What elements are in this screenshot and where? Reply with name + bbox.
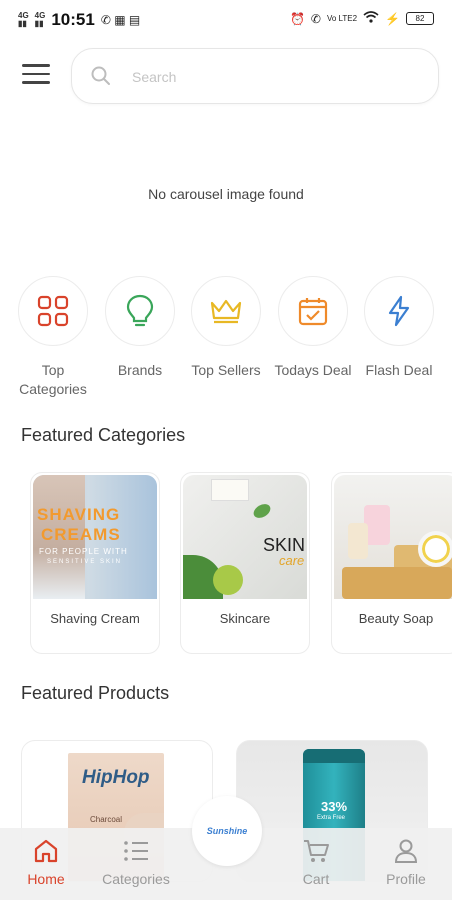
status-time: 10:51 — [51, 10, 95, 29]
crown-icon — [191, 276, 261, 346]
brand-logo: Sunshine — [206, 826, 248, 836]
wifi-icon — [363, 11, 379, 26]
quick-link-label: Top Sellers — [191, 362, 261, 378]
quick-link-todays-deal[interactable]: Todays Deal — [270, 276, 356, 380]
quick-link-top-categories[interactable]: Top Categories — [10, 276, 96, 399]
category-card-beauty-soap[interactable]: Beauty Soap — [331, 472, 452, 654]
grid-icon — [18, 276, 88, 346]
cart-icon — [304, 840, 329, 862]
search-input[interactable] — [130, 65, 414, 89]
nav-profile[interactable]: Profile — [366, 838, 446, 887]
alarm-icon: ⏰ — [289, 11, 305, 26]
volte-indicator: Vo LTE2 — [326, 13, 358, 23]
category-image: SHAVING CREAMS FOR PEOPLE WITH SENSITIVE… — [33, 475, 157, 599]
lightbulb-icon — [105, 276, 175, 346]
featured-products-title: Featured Products — [21, 683, 170, 703]
quick-link-label: Top Categories — [19, 362, 87, 397]
person-icon — [394, 839, 418, 863]
list-icon — [124, 841, 148, 861]
search-icon — [91, 66, 110, 85]
nav-label: Cart — [302, 871, 330, 887]
category-image: SKIN care — [183, 475, 307, 599]
calendar-check-icon — [278, 276, 348, 346]
quick-link-label: Brands — [117, 362, 163, 378]
quick-link-brands[interactable]: Brands — [97, 276, 183, 380]
nav-cart[interactable]: Cart — [276, 838, 356, 887]
nav-home[interactable]: Home — [6, 838, 86, 887]
category-label: Shaving Cream — [50, 611, 140, 626]
quick-link-label: Todays Deal — [274, 362, 352, 378]
quick-link-label: Flash Deal — [365, 362, 433, 378]
search-bar[interactable] — [71, 48, 439, 104]
quick-link-flash-deal[interactable]: Flash Deal — [356, 276, 442, 380]
nav-label: Profile — [386, 871, 426, 887]
lightning-icon — [364, 276, 434, 346]
center-logo-button[interactable]: Sunshine — [192, 796, 262, 866]
home-icon — [34, 839, 58, 863]
nav-label: Categories — [102, 871, 170, 887]
category-label: Skincare — [219, 611, 271, 626]
call-icon: ✆ — [310, 11, 321, 26]
featured-categories-title: Featured Categories — [21, 425, 186, 445]
category-card-skincare[interactable]: SKIN care Skincare — [180, 472, 310, 654]
network-indicator: 4G ▮▮ — [18, 11, 29, 28]
charging-icon: ⚡ — [385, 11, 400, 26]
category-label: Beauty Soap — [358, 611, 434, 626]
quick-link-top-sellers[interactable]: Top Sellers — [183, 276, 269, 380]
category-card-shaving-cream[interactable]: SHAVING CREAMS FOR PEOPLE WITH SENSITIVE… — [30, 472, 160, 654]
category-image — [334, 475, 452, 599]
battery-indicator: 82 — [406, 12, 434, 25]
nav-categories[interactable]: Categories — [96, 838, 176, 887]
carousel-empty-message: No carousel image found — [148, 186, 304, 202]
notification-icons: ✆ ▦ ▤ — [100, 13, 141, 27]
network-indicator-2: 4G ▮▮ — [34, 11, 46, 28]
status-bar: 4G ▮▮ 4G ▮▮ 10:51 ✆ ▦ ▤ ⏰ ✆ Vo LTE2 ⚡ 82 — [0, 0, 452, 40]
menu-icon[interactable] — [22, 64, 50, 88]
nav-label: Home — [27, 871, 65, 887]
